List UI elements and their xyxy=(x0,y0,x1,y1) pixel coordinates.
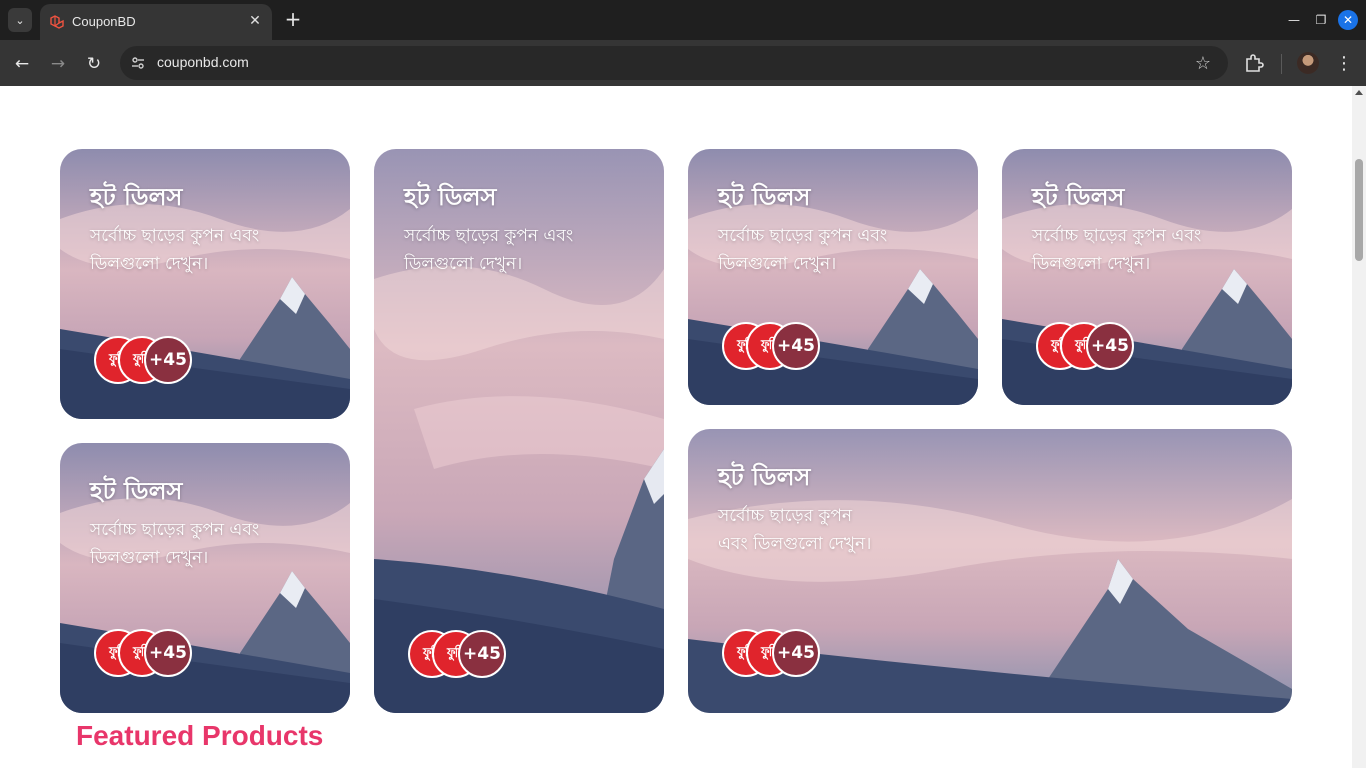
deal-card[interactable]: হট ডিলস সর্বোচ্চ ছাড়ের কুপন এবং ডিলগুলো… xyxy=(688,149,978,405)
deal-title: হট ডিলস xyxy=(90,477,183,505)
deal-title: হট ডিলস xyxy=(718,183,811,211)
reload-icon[interactable]: ↻ xyxy=(82,52,106,76)
address-bar[interactable]: couponbd.com ☆ xyxy=(120,46,1228,80)
deal-title: হট ডিলস xyxy=(718,463,811,491)
tune-icon[interactable] xyxy=(128,53,148,73)
more-stores-badge[interactable]: +45 xyxy=(772,629,820,677)
section-title: Featured Products xyxy=(76,720,324,751)
minimize-icon[interactable]: — xyxy=(1284,10,1304,30)
deal-title: হট ডিলস xyxy=(404,183,497,211)
avatar[interactable] xyxy=(1297,52,1319,74)
deal-description: সর্বোচ্চ ছাড়ের কুপন এবং ডিলগুলো দেখুন। xyxy=(404,226,574,274)
store-avatar-group[interactable]: ফুডি ফুডি +45 xyxy=(408,630,518,678)
store-avatar-group[interactable]: ফুডি ফুডি +45 xyxy=(94,629,204,677)
star-icon[interactable]: ☆ xyxy=(1192,52,1214,74)
store-avatar-group[interactable]: ফুডি ফুডি +45 xyxy=(1036,322,1146,370)
page-scrollbar[interactable] xyxy=(1352,86,1366,768)
plus-icon[interactable]: + xyxy=(282,9,304,31)
arrow-right-icon[interactable]: → xyxy=(46,52,70,76)
deal-card[interactable]: হট ডিলস সর্বোচ্চ ছাড়ের কুপন এবং ডিলগুলো… xyxy=(60,149,350,419)
more-stores-badge[interactable]: +45 xyxy=(458,630,506,678)
scrollbar-thumb[interactable] xyxy=(1355,159,1363,261)
deal-description: সর্বোচ্চ ছাড়ের কুপন এবং ডিলগুলো দেখুন। xyxy=(718,506,872,554)
puzzle-icon[interactable] xyxy=(1243,52,1265,74)
deal-title: হট ডিলস xyxy=(1032,183,1125,211)
window-close-icon[interactable]: ✕ xyxy=(1338,10,1358,30)
store-avatar-group[interactable]: ফুডি ফুডি +45 xyxy=(722,322,832,370)
browser-tab-bar: ⌄ CouponBD ✕ + — ❐ ✕ xyxy=(0,0,1366,40)
store-avatar-group[interactable]: ফুডি ফুডি +45 xyxy=(722,629,832,677)
deal-description: সর্বোচ্চ ছাড়ের কুপন এবং ডিলগুলো দেখুন। xyxy=(1032,226,1202,274)
laravel-logo-icon xyxy=(50,15,64,29)
deal-card[interactable]: হট ডিলস সর্বোচ্চ ছাড়ের কুপন এবং ডিলগুলো… xyxy=(688,429,1292,713)
close-icon[interactable]: ✕ xyxy=(246,12,264,30)
deal-title: হট ডিলস xyxy=(90,183,183,211)
deal-description: সর্বোচ্চ ছাড়ের কুপন এবং ডিলগুলো দেখুন। xyxy=(718,226,888,274)
deal-description: সর্বোচ্চ ছাড়ের কুপন এবং ডিলগুলো দেখুন। xyxy=(90,226,260,274)
scroll-up-arrow-icon[interactable] xyxy=(1355,90,1363,95)
url-text[interactable]: couponbd.com xyxy=(157,54,249,70)
browser-toolbar: ← → ↻ couponbd.com ☆ ⋮ xyxy=(0,40,1366,86)
deal-description: সর্বোচ্চ ছাড়ের কুপন এবং ডিলগুলো দেখুন। xyxy=(90,520,260,568)
tab-search-button[interactable]: ⌄ xyxy=(8,8,32,32)
chevron-down-icon: ⌄ xyxy=(15,13,25,27)
toolbar-divider xyxy=(1281,54,1282,74)
store-avatar-group[interactable]: ফুডি ফুডি +45 xyxy=(94,336,204,384)
deal-card[interactable]: হট ডিলস সর্বোচ্চ ছাড়ের কুপন এবং ডিলগুলো… xyxy=(1002,149,1292,405)
more-stores-badge[interactable]: +45 xyxy=(772,322,820,370)
browser-tab[interactable]: CouponBD ✕ xyxy=(40,4,272,40)
deal-card[interactable]: হট ডিলস সর্বোচ্চ ছাড়ের কুপন এবং ডিলগুলো… xyxy=(60,443,350,713)
kebab-icon[interactable]: ⋮ xyxy=(1334,52,1354,74)
more-stores-badge[interactable]: +45 xyxy=(1086,322,1134,370)
arrow-left-icon[interactable]: ← xyxy=(10,52,34,76)
page-viewport: হট ডিলস সর্বোচ্চ ছাড়ের কুপন এবং ডিলগুলো… xyxy=(0,86,1352,768)
maximize-icon[interactable]: ❐ xyxy=(1311,10,1331,30)
more-stores-badge[interactable]: +45 xyxy=(144,336,192,384)
more-stores-badge[interactable]: +45 xyxy=(144,629,192,677)
deal-card[interactable]: হট ডিলস সর্বোচ্চ ছাড়ের কুপন এবং ডিলগুলো… xyxy=(374,149,664,713)
tab-title: CouponBD xyxy=(72,14,136,29)
